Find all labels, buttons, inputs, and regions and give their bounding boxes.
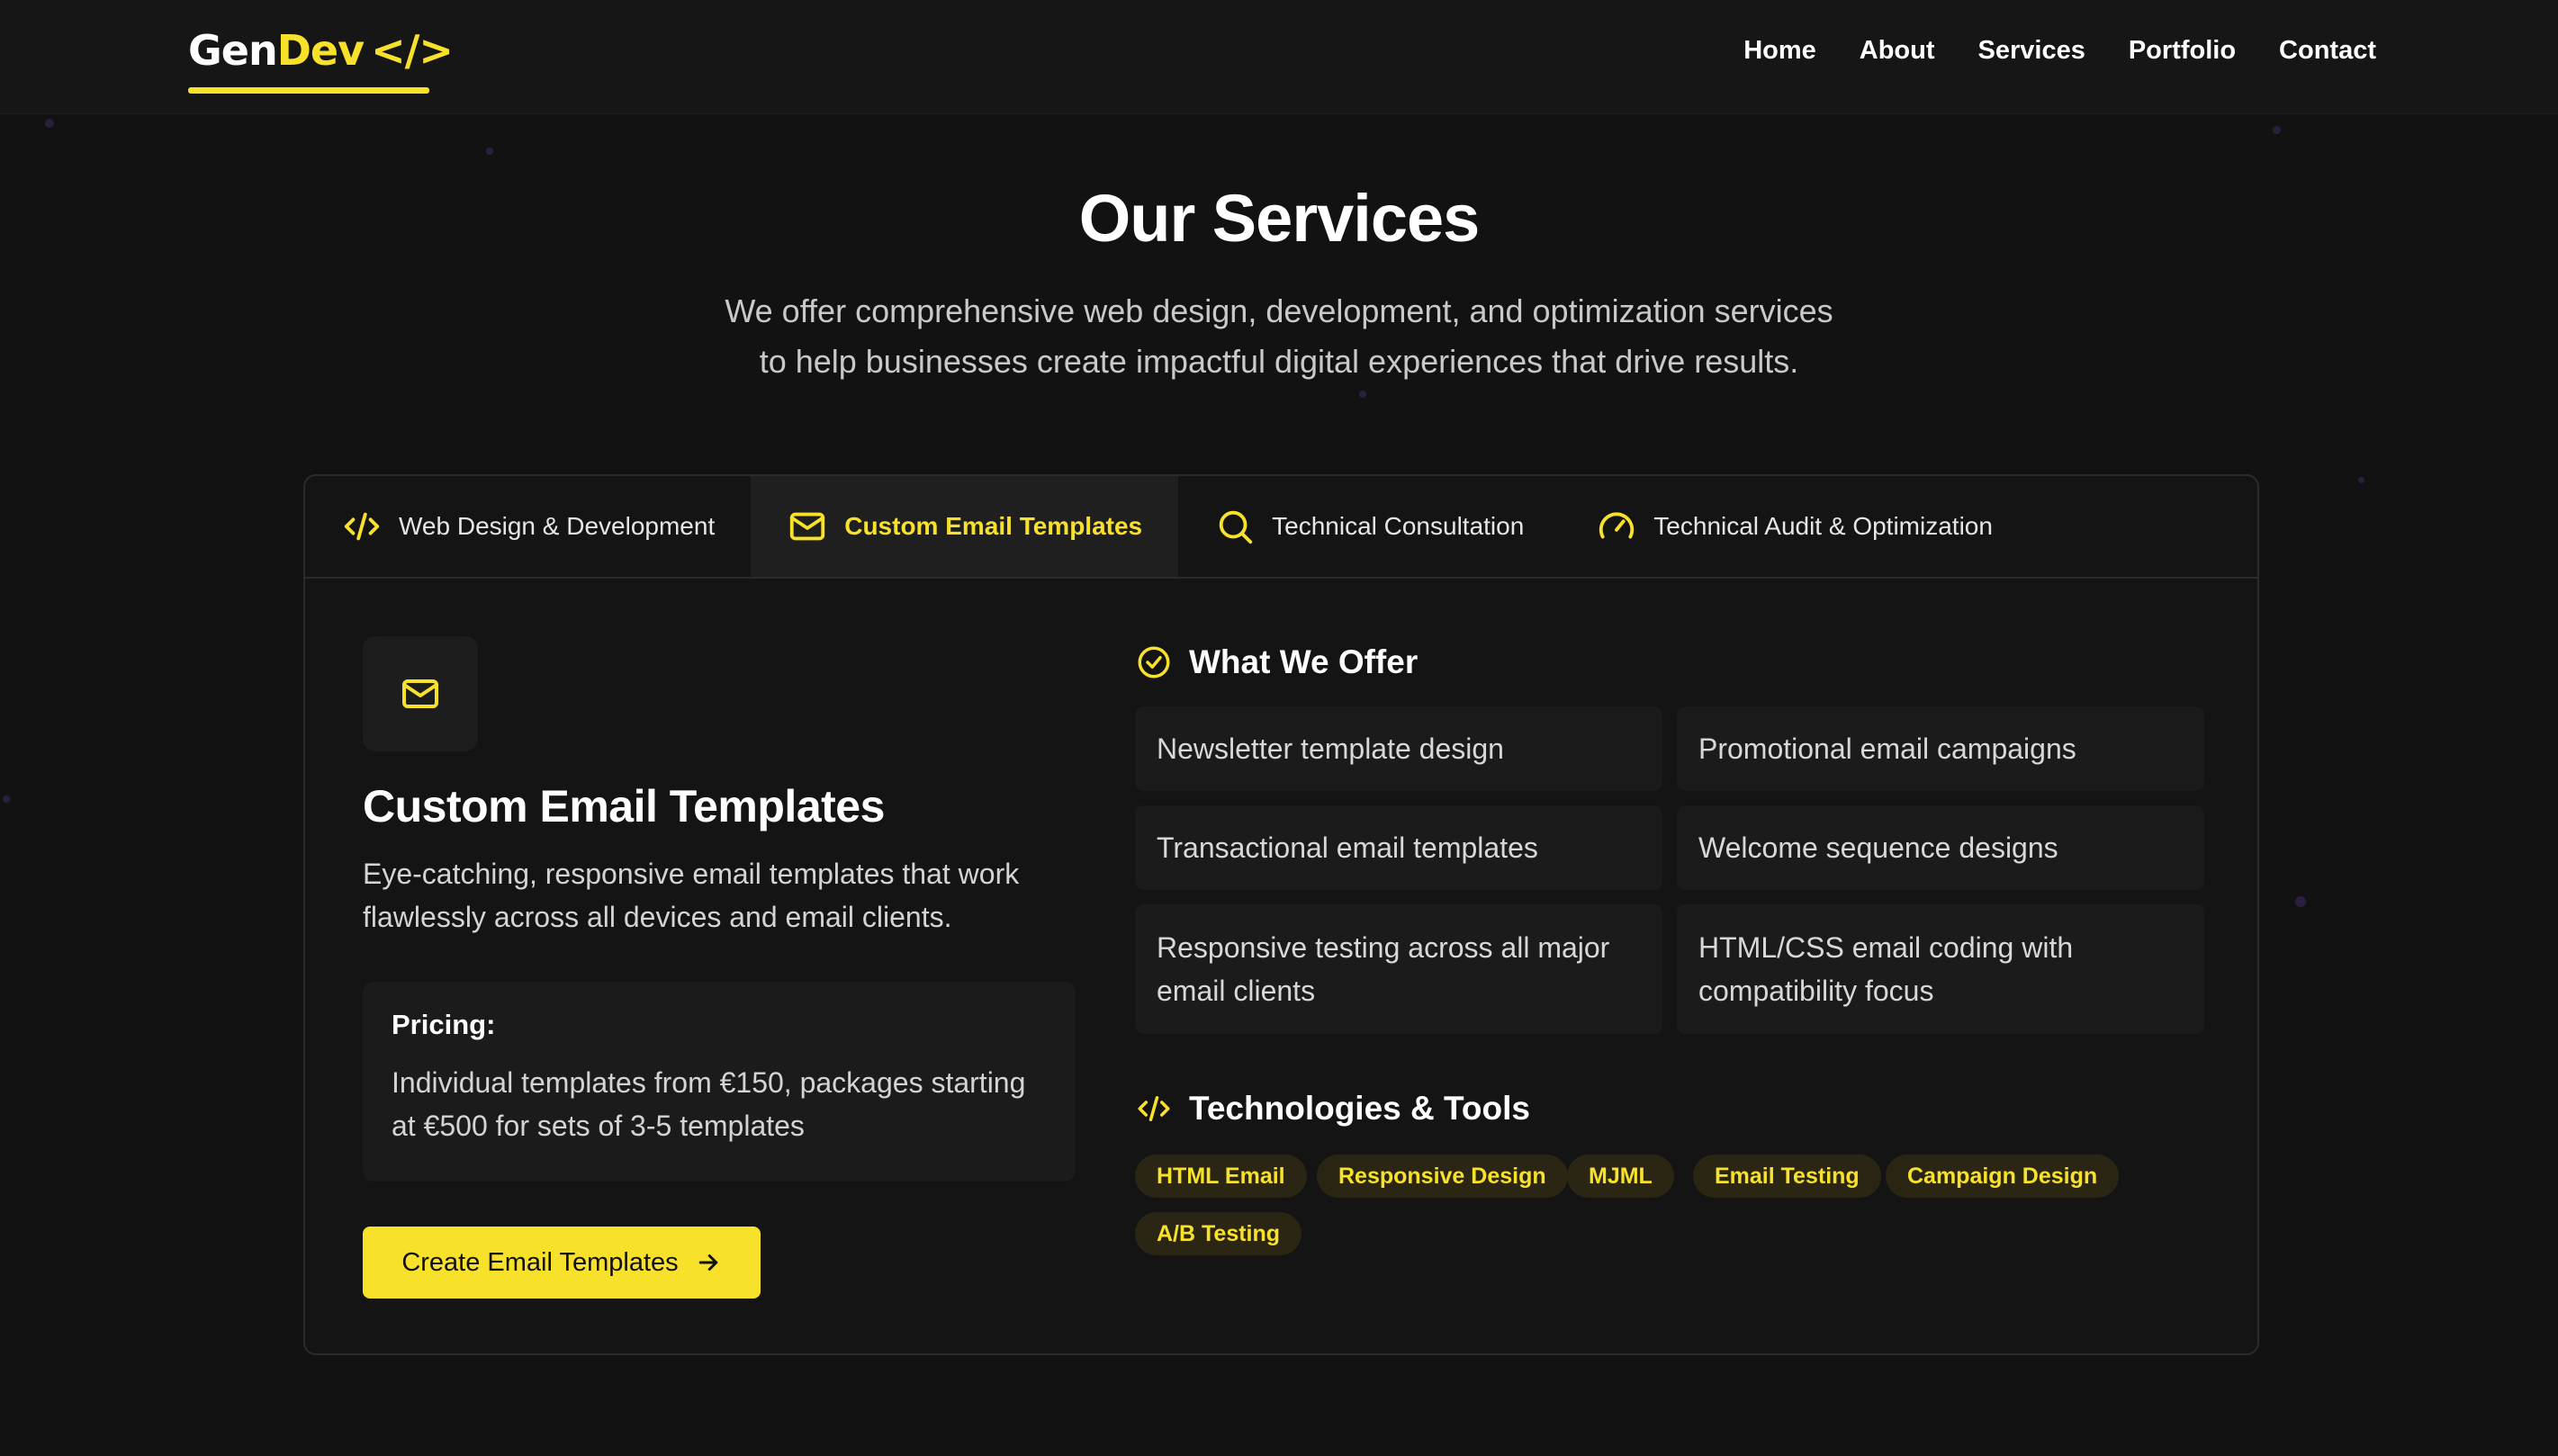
nav-portfolio[interactable]: Portfolio [2129,36,2236,66]
tech-tag: Campaign Design [1886,1155,2120,1198]
service-tabs: Web Design & Development Custom Email Te… [305,476,2257,579]
tab-web-design[interactable]: Web Design & Development [305,476,751,577]
page-subtitle: We offer comprehensive web design, devel… [0,286,2558,387]
technologies-heading: Technologies & Tools [1135,1090,1530,1128]
tab-email-templates[interactable]: Custom Email Templates [751,476,1179,577]
page-title: Our Services [1078,181,1481,256]
tab-label: Custom Email Templates [844,512,1143,540]
pricing-label: Pricing: [392,1009,496,1040]
tech-tag: Email Testing [1693,1155,1881,1198]
tech-tag: Responsive Design [1317,1155,1568,1198]
subtitle-line-2: to help businesses create impactful digi… [759,343,1799,380]
tech-tag: A/B Testing [1135,1212,1302,1255]
offer-item: Responsive testing across all major emai… [1135,904,1662,1034]
background-dot [1359,391,1366,398]
nav-services[interactable]: Services [1978,36,2085,66]
background-dot [2273,126,2281,134]
create-email-templates-button[interactable]: Create Email Templates [363,1227,761,1299]
offer-item: Transactional email templates [1135,805,1662,890]
site-header: GenDev </> Home About Services Portfolio … [0,0,2558,114]
service-title: Custom Email Templates [363,781,885,831]
logo-code: </> [371,26,454,75]
gauge-icon [1599,512,1635,539]
background-dot [45,119,54,128]
nav-contact[interactable]: Contact [2279,36,2376,66]
tech-tag: MJML [1567,1155,1674,1198]
tab-label: Technical Audit & Optimization [1653,512,1993,540]
cta-label: Create Email Templates [401,1247,679,1277]
logo-dev: Dev [276,26,365,75]
arrow-right-icon [698,1254,717,1271]
subtitle-line-1: We offer comprehensive web design, devel… [725,292,1833,329]
offer-item: Newsletter template design [1135,706,1662,791]
tech-tag: HTML Email [1135,1155,1307,1198]
offer-item: Promotional email campaigns [1677,706,2204,791]
tab-audit[interactable]: Technical Audit & Optimization [1560,476,2029,577]
service-icon-box [363,636,478,751]
background-dot [486,148,493,155]
background-dot [2295,896,2306,907]
brand-logo[interactable]: GenDev </> [188,23,454,94]
what-we-offer-heading: What We Offer [1135,643,1418,681]
offer-heading-text: What We Offer [1189,643,1419,680]
services-card: Web Design & Development Custom Email Te… [303,474,2259,1355]
nav-about[interactable]: About [1860,36,1935,66]
search-icon [1219,510,1253,544]
check-circle-icon [1138,646,1170,679]
mail-icon [402,679,438,708]
code-icon [344,512,380,541]
offer-item: HTML/CSS email coding with compatibility… [1677,904,2204,1034]
mail-icon [790,512,825,541]
logo-underline [188,87,429,94]
tech-heading-text: Technologies & Tools [1189,1090,1530,1127]
tab-label: Technical Consultation [1272,512,1525,540]
service-description: Eye-catching, responsive email templates… [363,858,1020,933]
pricing-box: Pricing: Individual templates from €150,… [363,982,1076,1182]
code-icon [1138,1096,1170,1121]
pricing-text: Individual templates from €150, packages… [392,1066,1026,1142]
main-nav: Home About Services Portfolio Contact [1743,36,2376,66]
offer-item: Welcome sequence designs [1677,805,2204,890]
tab-label: Web Design & Development [399,512,716,540]
nav-home[interactable]: Home [1743,36,1816,66]
background-dot [3,795,10,803]
logo-gen: Gen [188,26,278,75]
background-dot [2358,477,2364,483]
tab-consultation[interactable]: Technical Consultation [1178,476,1560,577]
